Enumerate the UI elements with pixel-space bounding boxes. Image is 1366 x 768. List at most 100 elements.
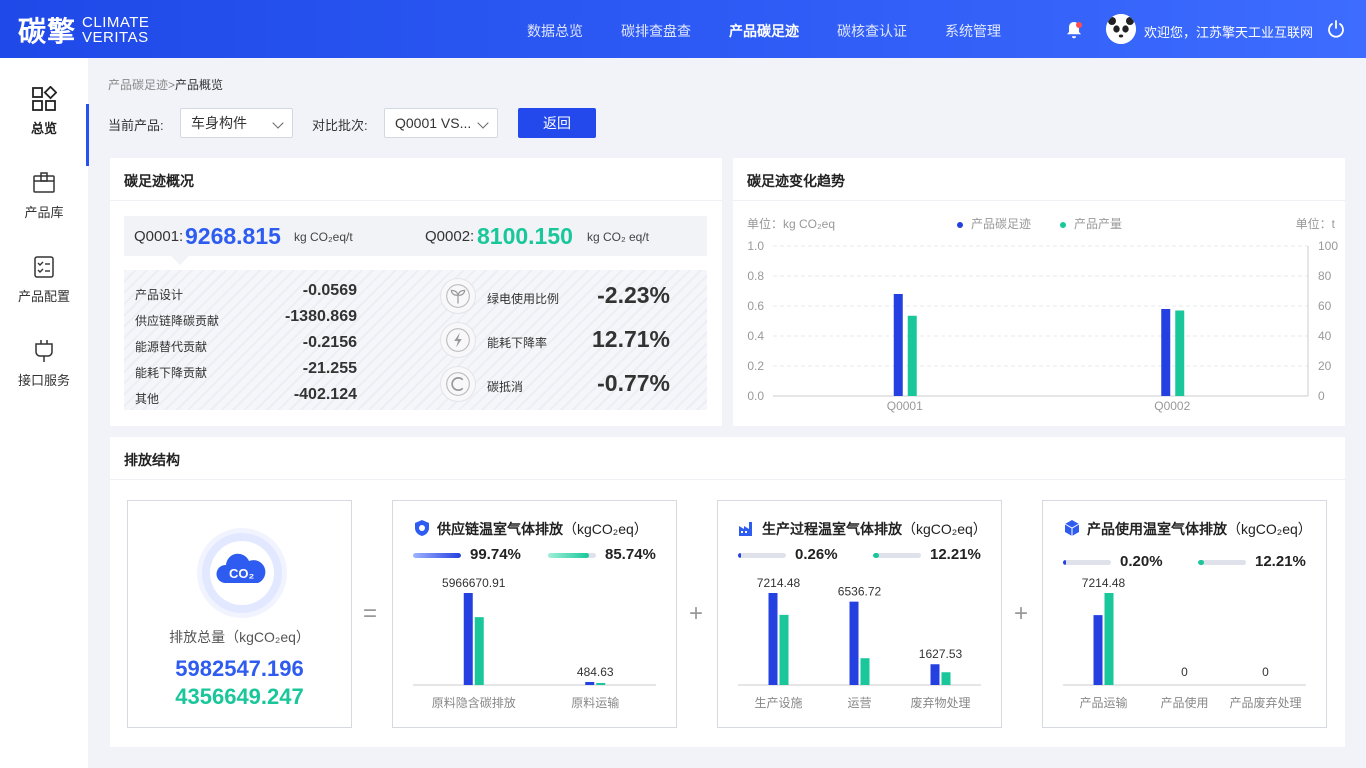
legend-swatch	[957, 221, 963, 228]
x-category-label: 废弃物处理	[910, 695, 970, 710]
sidebar-item-label: 接口服务	[17, 373, 70, 388]
y-right-tick-label: 60	[1318, 299, 1332, 313]
stat-row: 能源替代贡献 -0.2156	[135, 334, 357, 354]
q2-value: 8100.150	[477, 223, 573, 249]
avatar[interactable]	[1106, 14, 1136, 44]
panel-title: 排放结构	[124, 452, 180, 468]
kpi-energy-drop: 能耗下降率 12.71%	[440, 322, 670, 362]
logo-en-line2: VERITAS	[82, 29, 149, 46]
kpi-value: 12.71%	[591, 326, 670, 352]
y-right-tick-label: 20	[1318, 359, 1332, 373]
bar-q1	[768, 593, 778, 685]
contribution-box: 产品设计 -0.0569 供应链降碳贡献 -1380.869 能源替代贡献 -0…	[124, 270, 707, 410]
y-left-tick-label: 0.4	[747, 329, 764, 343]
stat-value: -0.0569	[302, 282, 357, 299]
q2-share-value: 12.21%	[930, 546, 981, 563]
q2-share-bar	[873, 553, 921, 558]
y-right-tick-label: 40	[1318, 329, 1332, 343]
x-tick-label: Q0001	[887, 399, 923, 413]
sidebar-item-label: 总览	[30, 121, 57, 136]
strip-pointer	[171, 256, 189, 265]
bar-q1	[849, 601, 859, 685]
production-bar-chart: 7214.48 生产设施 6536.72 运营 1627.53 废弃物处理	[738, 577, 981, 710]
x-category-label: 运营	[847, 696, 871, 710]
logo[interactable]: 碳擎 CLIMATE VERITAS	[18, 10, 149, 50]
product-select[interactable]: 车身构件	[180, 108, 293, 138]
nav-carbon-inventory[interactable]: 碳排查盘查	[602, 0, 710, 58]
bar-q2	[596, 683, 606, 685]
panel-title: 碳足迹概况	[124, 173, 194, 189]
stat-value: -21.255	[302, 360, 357, 377]
bar-output	[1175, 310, 1185, 396]
product-box-icon	[33, 172, 55, 193]
nav-product-footprint[interactable]: 产品碳足迹	[710, 0, 818, 58]
product-label: 当前产品:	[108, 118, 164, 133]
sidebar-item-overview[interactable]: 总览	[0, 86, 88, 166]
q2-label: Q0002:	[425, 228, 475, 245]
chevron-down-icon	[477, 117, 489, 129]
bar-value-label: 0	[1262, 665, 1269, 679]
y-left-tick-label: 1.0	[747, 239, 764, 253]
bar-footprint	[1161, 309, 1171, 396]
stat-row: 产品设计 -0.0569	[135, 282, 357, 302]
y-right-tick-label: 80	[1318, 269, 1332, 283]
divider	[110, 479, 1345, 480]
stat-row: 能耗下降贡献 -21.255	[135, 360, 357, 380]
x-category-label: 原料运输	[571, 695, 619, 710]
x-tick-label: Q0002	[1154, 399, 1190, 413]
seedling-icon	[440, 278, 476, 314]
batch-label: 对比批次:	[312, 118, 368, 133]
nav-carbon-verification[interactable]: 碳核查认证	[818, 0, 926, 58]
main-nav: 数据总览 碳排查盘查 产品碳足迹 碳核查认证 系统管理	[508, 0, 1020, 58]
checklist-icon	[34, 256, 54, 278]
total-q2-value: 4356649.247	[175, 684, 304, 709]
y-right-tick-label: 0	[1318, 389, 1325, 403]
logo-english: CLIMATE VERITAS	[82, 15, 149, 45]
q1-share-value: 0.26%	[795, 546, 838, 563]
nav-system-management[interactable]: 系统管理	[926, 0, 1020, 58]
q2-share-value: 85.74%	[605, 546, 656, 563]
bar-q1	[585, 682, 595, 685]
stat-value: -402.124	[293, 386, 357, 403]
lightning-icon	[440, 322, 476, 358]
y-left-tick-label: 0.8	[747, 269, 764, 283]
nav-data-overview[interactable]: 数据总览	[508, 0, 602, 58]
card-title-unit: （kgCO₂eq）	[902, 521, 987, 537]
q1-share-value: 99.74%	[470, 546, 521, 563]
q2-unit: kg CO₂ eq/t	[587, 230, 650, 244]
q1-share-value: 0.20%	[1120, 553, 1163, 570]
plus-sign: +	[1014, 600, 1029, 627]
production-process-card: 生产过程温室气体排放（kgCO₂eq） 0.26% 12.21% 7214.48…	[717, 500, 1002, 728]
card-title: 产品使用温室气体排放（kgCO₂eq）	[1087, 519, 1312, 539]
bar-value-label: 484.63	[577, 665, 614, 679]
sidebar-item-product-config[interactable]: 产品配置	[0, 254, 88, 334]
bar-value-label: 0	[1181, 665, 1188, 679]
sidebar-item-label: 产品库	[24, 205, 64, 220]
card-title-text: 生产过程温室气体排放	[762, 521, 902, 537]
q2-share-bar	[1198, 560, 1246, 565]
supply-chain-bar-chart: 5966670.91 原料隐含碳排放 484.63 原料运输	[413, 577, 656, 710]
x-category-label: 产品运输	[1079, 695, 1127, 710]
grid-apps-icon	[32, 86, 57, 111]
sidebar-item-api-service[interactable]: 接口服务	[0, 338, 88, 418]
cube-icon	[1064, 520, 1080, 536]
bar-q2	[474, 617, 484, 685]
kpi-value: -2.23%	[597, 282, 670, 308]
x-category-label: 原料隐含碳排放	[432, 695, 516, 710]
batch-select[interactable]: Q0001 VS...	[384, 108, 498, 138]
bar-q2	[941, 672, 951, 685]
q1-unit: kg CO₂eq/t	[294, 230, 353, 244]
power-icon[interactable]	[1326, 19, 1346, 39]
stat-label: 其他	[135, 392, 160, 406]
back-button[interactable]: 返回	[518, 108, 596, 138]
batch-summary-strip: Q0001: 9268.815 kg CO₂eq/t Q0002: 8100.1…	[124, 216, 707, 256]
card-title-unit: （kgCO₂eq）	[1227, 521, 1312, 537]
q2-share-value: 12.21%	[1255, 553, 1306, 570]
stat-label: 能源替代贡献	[135, 340, 208, 354]
q2-share-bar	[548, 553, 596, 558]
sidebar-item-product-library[interactable]: 产品库	[0, 170, 88, 250]
bar-q1	[1093, 615, 1103, 685]
breadcrumb-parent[interactable]: 产品碳足迹	[108, 78, 168, 92]
card-title: 生产过程温室气体排放（kgCO₂eq）	[762, 519, 987, 539]
plus-sign: +	[689, 600, 704, 627]
